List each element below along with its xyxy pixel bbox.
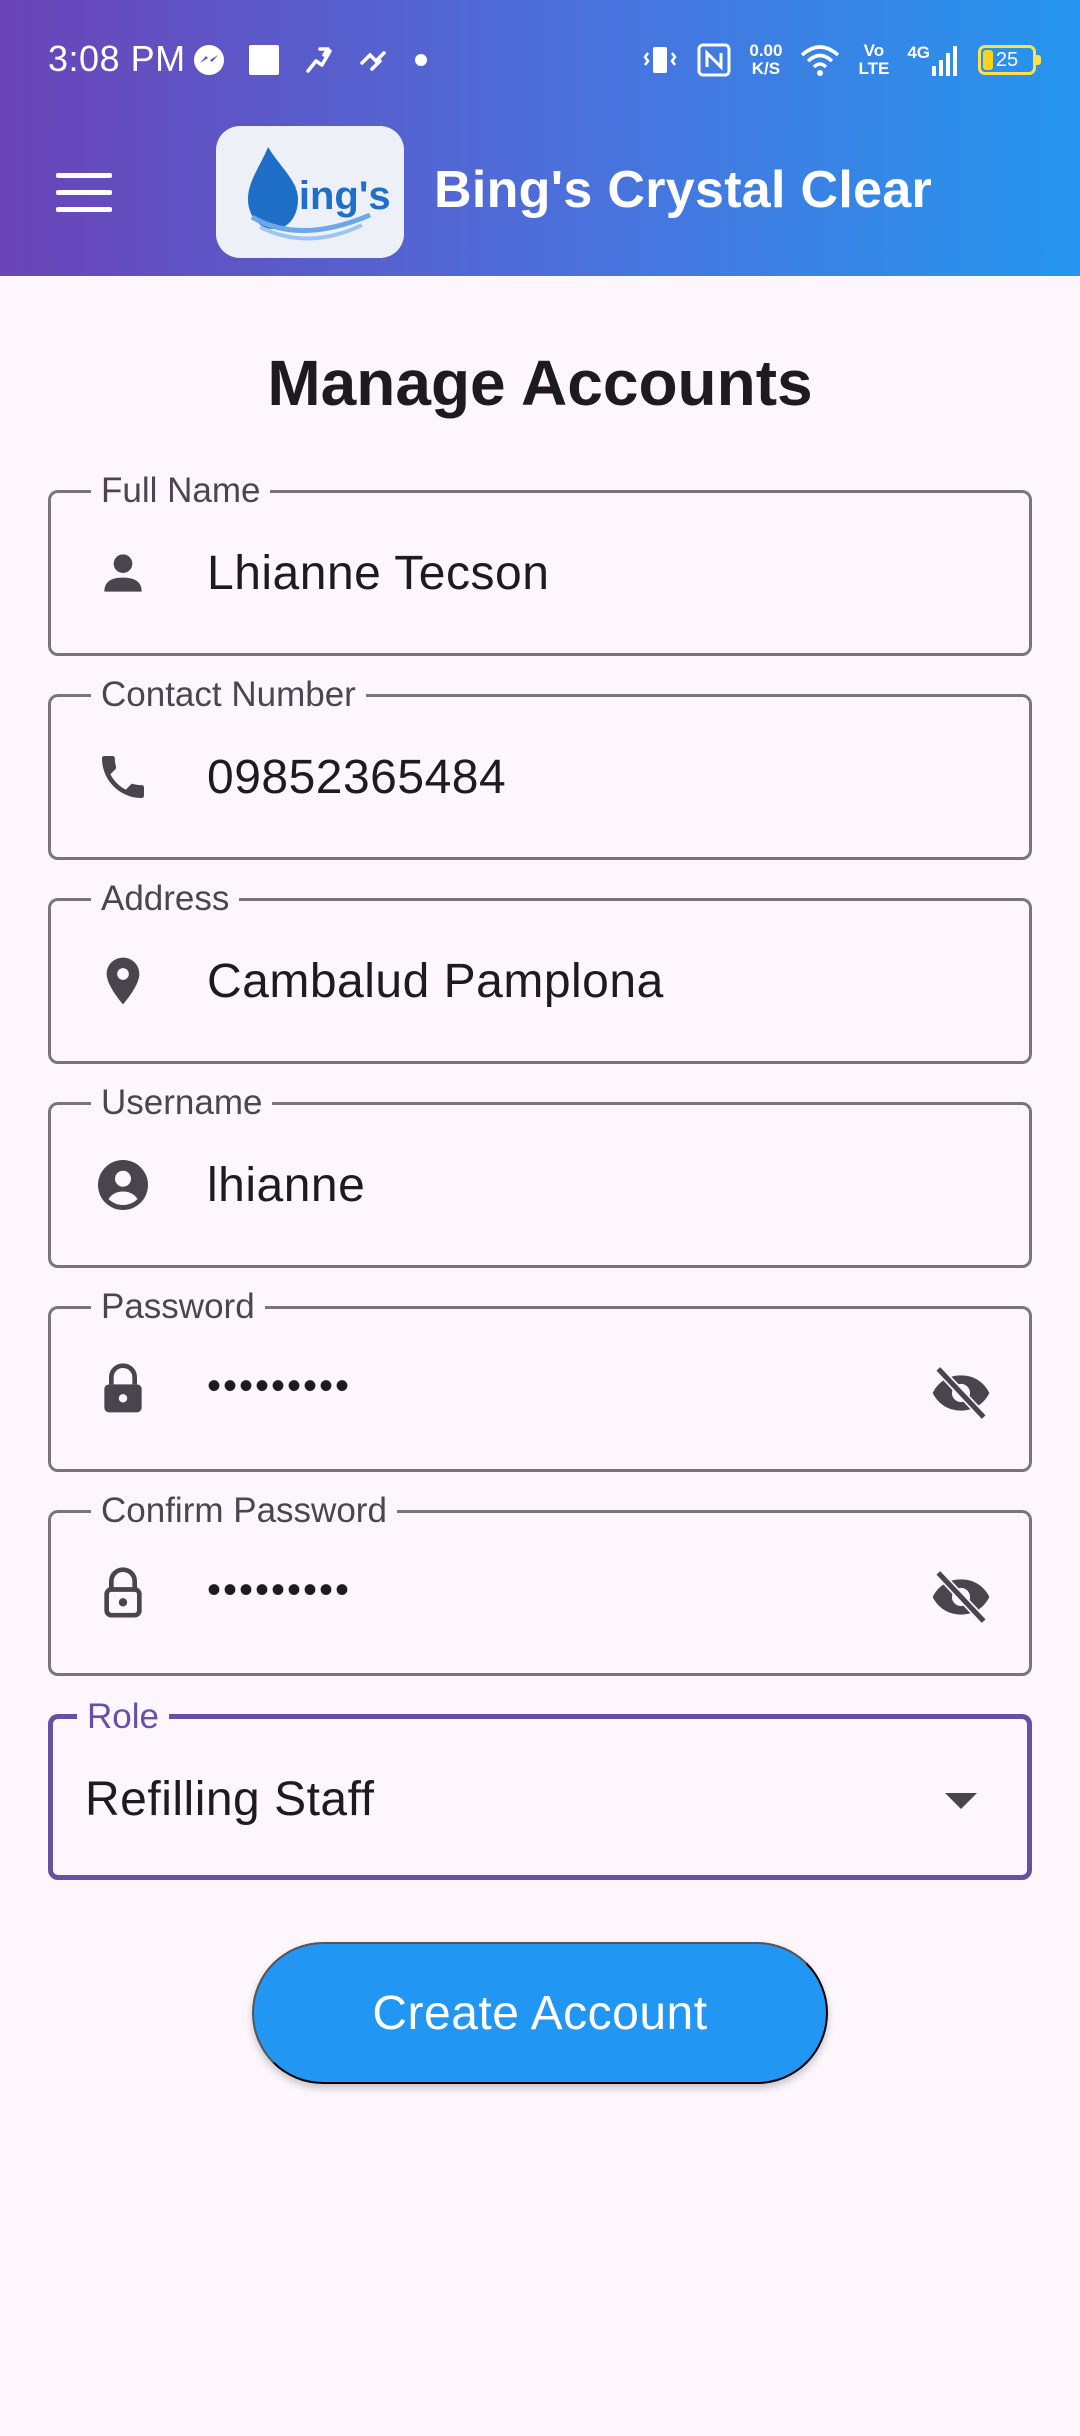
password-input[interactable]: ••••••••• xyxy=(207,1355,351,1417)
address-label: Address xyxy=(91,879,240,919)
app-bar: 3:08 PM 0.00 K/S Vo LTE 4G 25 Bing's Bin… xyxy=(0,0,1080,276)
address-field[interactable]: Address Cambalud Pamplona xyxy=(48,879,1032,1064)
vibrate-icon xyxy=(643,47,677,73)
wifi-icon xyxy=(801,45,840,76)
confirm-password-field[interactable]: Confirm Password ••••••••• xyxy=(48,1491,1032,1676)
cellular-signal: 4G xyxy=(907,44,960,76)
hamburger-menu-icon-bar xyxy=(56,206,112,212)
confirm-password-label: Confirm Password xyxy=(91,1491,397,1531)
status-system-icons: 0.00 K/S Vo LTE 4G 25 xyxy=(641,36,1041,84)
password-label: Password xyxy=(91,1287,265,1327)
visibility-off-icon[interactable] xyxy=(925,1357,997,1429)
phone-icon xyxy=(91,745,155,809)
network-speed-unit: K/S xyxy=(751,59,781,78)
network-type: 4G xyxy=(907,43,930,62)
status-bar: 3:08 PM 0.00 K/S Vo LTE 4G 25 xyxy=(0,0,1080,120)
address-input[interactable]: Cambalud Pamplona xyxy=(207,951,664,1013)
role-selected-value[interactable]: Refilling Staff xyxy=(85,1769,374,1831)
activity-runner-icon xyxy=(306,47,332,73)
square-notification-icon xyxy=(249,45,279,75)
volte-bottom: LTE xyxy=(858,59,890,78)
page-heading: Manage Accounts xyxy=(267,347,813,419)
logo-text: Bing's xyxy=(270,174,390,218)
hamburger-menu-icon-bar xyxy=(56,189,112,195)
create-account-button[interactable]: Create Account xyxy=(252,1942,828,2084)
network-speed-value: 0.00 xyxy=(749,41,783,60)
password-field[interactable]: Password ••••••••• xyxy=(48,1287,1032,1472)
status-time: 3:08 PM xyxy=(48,38,186,79)
status-notification-icons xyxy=(192,40,428,80)
username-field[interactable]: Username lhianne xyxy=(48,1083,1032,1268)
person-icon xyxy=(91,541,155,605)
signal-bars-icon xyxy=(932,46,957,76)
full-name-input[interactable]: Lhianne Tecson xyxy=(207,543,549,605)
username-label: Username xyxy=(91,1083,273,1123)
lock-outline-icon xyxy=(91,1561,155,1625)
link-sync-icon xyxy=(360,51,386,71)
full-name-field[interactable]: Full Name Lhianne Tecson xyxy=(48,471,1032,656)
battery-icon: 25 xyxy=(978,45,1041,75)
role-dropdown[interactable]: Role Refilling Staff xyxy=(48,1697,1032,1880)
role-label: Role xyxy=(77,1697,169,1737)
battery-level: 25 xyxy=(995,48,1019,71)
nfc-icon xyxy=(697,43,731,77)
contact-number-input[interactable]: 09852365484 xyxy=(207,747,506,809)
dot-icon xyxy=(415,54,427,66)
confirm-password-input[interactable]: ••••••••• xyxy=(207,1559,351,1621)
bings-logo-icon: Bing's xyxy=(248,147,390,241)
volte-top: Vo xyxy=(863,41,885,60)
location-pin-icon xyxy=(91,949,155,1013)
menu-button[interactable] xyxy=(44,160,124,224)
volte-indicator: Vo LTE xyxy=(858,42,889,78)
full-name-label: Full Name xyxy=(91,471,271,511)
contact-number-label: Contact Number xyxy=(91,675,366,715)
username-input[interactable]: lhianne xyxy=(207,1155,365,1217)
messenger-icon xyxy=(194,45,224,75)
visibility-off-icon[interactable] xyxy=(925,1561,997,1633)
contact-number-field[interactable]: Contact Number 09852365484 xyxy=(48,675,1032,860)
network-speed: 0.00 K/S xyxy=(749,42,782,78)
app-logo: Bing's xyxy=(216,126,404,258)
app-title: Bing's Crystal Clear xyxy=(434,161,933,219)
account-circle-icon xyxy=(91,1153,155,1217)
dropdown-arrow-icon[interactable] xyxy=(945,1793,977,1809)
lock-icon xyxy=(91,1357,155,1421)
hamburger-menu-icon xyxy=(56,172,112,178)
